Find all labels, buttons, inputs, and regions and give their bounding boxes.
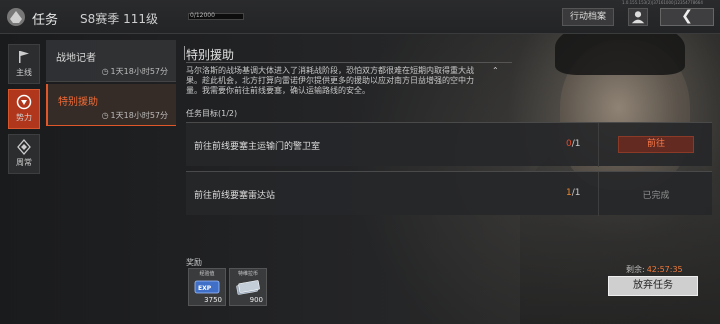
remaining-time-value: 42:57:35 (646, 265, 683, 274)
mission-list: 战地记者 ◷ 1天18小时57分 特别援助 ◷ 1天18小时57分 (46, 40, 176, 128)
profile-button[interactable] (628, 8, 648, 26)
reward-name: 特维拉币 (237, 271, 258, 277)
faction-icon (16, 94, 32, 110)
reward-amount: 900 (249, 296, 263, 304)
nav-tab-label: 势力 (16, 113, 32, 122)
objective-label: 前往前线要塞雷达站 (194, 191, 276, 201)
go-to-objective-button[interactable]: 前往 (618, 136, 694, 153)
mission-time: ◷ 1天18小时57分 (102, 110, 168, 121)
weekly-icon (17, 139, 31, 155)
mission-item-special-aid[interactable]: 特别援助 ◷ 1天18小时57分 (46, 84, 176, 126)
objective-row: 前往前线要塞雷达站 1/1 已完成 (186, 171, 712, 216)
objective-progress-total: /1 (571, 139, 581, 149)
abandon-mission-button[interactable]: 放弃任务 (608, 276, 698, 296)
mission-description: 马尔洛斯的战场基调大体进入了消耗战阶段，恐怕双方都很难在短期内取得重大战果。趁此… (186, 66, 474, 94)
top-bar: 任务 S8赛季 111级 0/12000 1.0.155.153(2)|3716… (0, 0, 720, 34)
exp-card-icon: EXP (194, 280, 220, 294)
remaining-time: 剩余: 42:57:35 (626, 264, 683, 275)
mission-item-war-correspondent[interactable]: 战地记者 ◷ 1天18小时57分 (46, 40, 176, 82)
divider (598, 123, 599, 167)
nav-tab-label: 周常 (16, 158, 32, 167)
nav-tab-weekly[interactable]: 周常 (8, 134, 40, 174)
objective-row: 前往前线要塞主运输门的警卫室 0/1 前往 (186, 122, 712, 167)
remaining-time-label: 剩余: (626, 265, 645, 274)
nav-tab-label: 主线 (16, 68, 32, 77)
divider (186, 62, 512, 63)
user-icon (631, 11, 645, 24)
mission-name: 特别援助 (58, 97, 98, 108)
objective-progress-total: /1 (571, 188, 581, 198)
version-text: 1.0.155.153(2)|37161000|12354778664 (622, 0, 703, 5)
reward-item-currency[interactable]: 特维拉币 900 (229, 268, 267, 306)
cash-stack-icon (236, 280, 260, 295)
category-nav: 主线 势力 周常 (8, 44, 40, 179)
mission-time-value: 1天18小时57分 (110, 67, 168, 76)
mission-time-value: 1天18小时57分 (110, 111, 168, 120)
reward-name: 经验值 (199, 271, 215, 277)
objective-progress: 1/1 (566, 188, 581, 198)
clock-icon: ◷ (101, 111, 109, 120)
reward-item-exp[interactable]: 经验值 EXP 3750 (188, 268, 226, 306)
reward-amount: 3750 (204, 296, 222, 304)
objectives-header: 任务目标(1/2) (186, 109, 238, 118)
mission-time: ◷ 1天18小时57分 (102, 66, 168, 77)
season-level: S8赛季 111级 (80, 12, 158, 26)
mission-name: 战地记者 (56, 53, 96, 64)
rewards-label: 奖励 (186, 258, 202, 267)
back-button[interactable]: ❮ (660, 8, 714, 26)
objective-completed-status: 已完成 (642, 191, 670, 201)
nav-tab-faction[interactable]: 势力 (8, 89, 40, 129)
collapse-description-button[interactable]: ⌃ (492, 66, 499, 75)
mission-detail-title: 特别援助 (186, 48, 235, 62)
flag-icon (19, 51, 29, 63)
objective-progress: 0/1 (566, 139, 581, 149)
objective-label: 前往前线要塞主运输门的警卫室 (194, 142, 321, 152)
nav-tab-main[interactable]: 主线 (8, 44, 40, 84)
clock-icon: ◷ (101, 67, 109, 76)
svg-text:EXP: EXP (198, 285, 212, 292)
divider (598, 172, 599, 216)
game-logo-icon (7, 8, 25, 26)
season-xp-text: 0/12000 (190, 12, 215, 19)
page-title: 任务 (32, 13, 59, 28)
action-archive-button[interactable]: 行动档案 (562, 8, 614, 26)
